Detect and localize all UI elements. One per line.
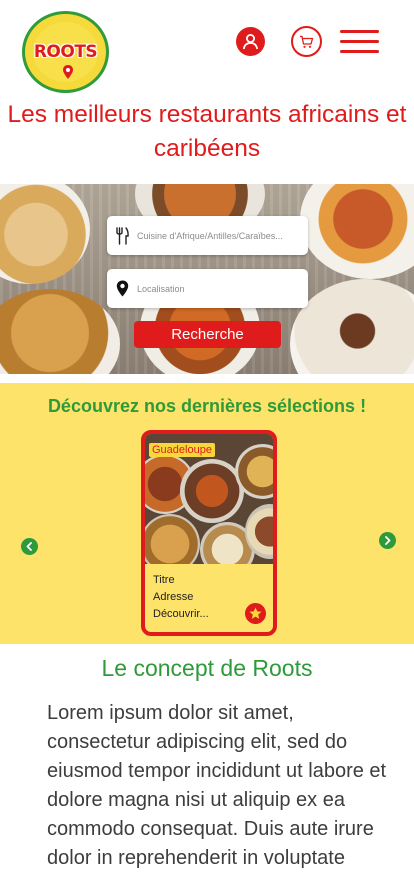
location-search-field[interactable]: Localisation bbox=[107, 269, 308, 308]
cart-button[interactable] bbox=[291, 26, 322, 57]
restaurant-card-image: Guadeloupe bbox=[145, 434, 273, 564]
cart-icon bbox=[300, 35, 314, 48]
logo-text: ROOTS bbox=[33, 42, 98, 62]
chevron-right-icon bbox=[385, 536, 391, 545]
chevron-left-icon bbox=[26, 542, 32, 551]
concept-title: Le concept de Roots bbox=[101, 655, 313, 681]
carousel-prev-button[interactable] bbox=[21, 538, 38, 555]
concept-text: Lorem ipsum dolor sit amet, consectetur … bbox=[47, 702, 387, 869]
hero-banner: Cuisine d'Afrique/Antilles/Caraïbes... L… bbox=[0, 184, 414, 374]
location-search-placeholder: Localisation bbox=[137, 283, 185, 294]
header: ROOTS bbox=[0, 0, 414, 100]
restaurant-address: Adresse bbox=[153, 591, 194, 603]
location-pin-icon bbox=[107, 280, 137, 297]
restaurant-title: Titre bbox=[153, 574, 175, 586]
favorite-star-button[interactable] bbox=[245, 603, 266, 624]
discover-link[interactable]: Découvrir... bbox=[153, 606, 209, 623]
selections-title: Découvrez nos dernières sélections ! bbox=[47, 396, 367, 416]
carousel-next-button[interactable] bbox=[379, 532, 396, 549]
map-pin-icon bbox=[63, 65, 73, 79]
hamburger-menu-icon[interactable] bbox=[340, 30, 379, 54]
search-button[interactable]: Recherche bbox=[134, 321, 281, 348]
account-button[interactable] bbox=[236, 27, 265, 56]
roots-logo[interactable]: ROOTS bbox=[22, 11, 109, 93]
utensils-icon bbox=[107, 226, 137, 245]
cuisine-search-field[interactable]: Cuisine d'Afrique/Antilles/Caraïbes... bbox=[107, 216, 308, 255]
region-tag: Guadeloupe bbox=[149, 443, 215, 457]
latest-selections-section: Découvrez nos dernières sélections ! Gua… bbox=[0, 383, 414, 644]
cuisine-search-placeholder: Cuisine d'Afrique/Antilles/Caraïbes... bbox=[137, 230, 283, 241]
star-icon bbox=[249, 607, 262, 619]
restaurant-card-info: Titre Adresse Découvrir... bbox=[153, 572, 209, 623]
user-icon bbox=[242, 34, 259, 50]
page-headline: Les meilleurs restaurants africains et c… bbox=[7, 101, 407, 162]
restaurant-card[interactable]: Guadeloupe Titre Adresse Découvrir... bbox=[141, 430, 277, 636]
